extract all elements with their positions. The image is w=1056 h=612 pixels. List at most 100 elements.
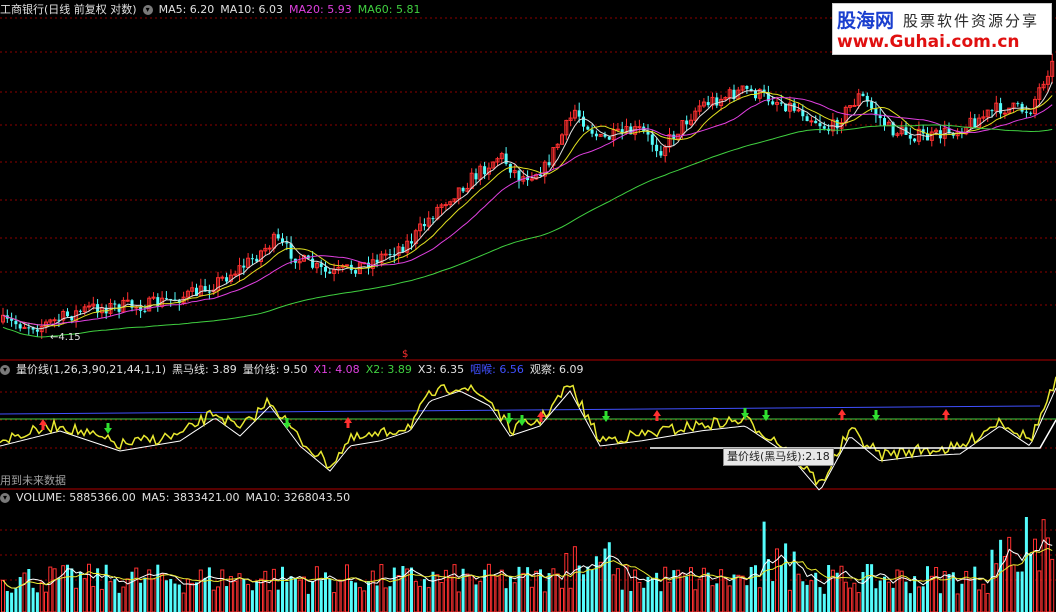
volume-bar bbox=[211, 589, 216, 612]
volume-bar bbox=[715, 583, 719, 612]
candle-body bbox=[207, 291, 211, 293]
volume-bar bbox=[271, 568, 276, 612]
volume-bar bbox=[151, 578, 156, 612]
volume-bar bbox=[370, 570, 375, 612]
candle-body bbox=[474, 173, 478, 180]
volume-bar bbox=[564, 552, 569, 612]
volume-bar bbox=[22, 572, 27, 612]
ma10-label: MA10: 6.03 bbox=[220, 3, 284, 16]
volume-bar bbox=[960, 583, 964, 612]
volume-label: VOLUME: 5885366.00 bbox=[16, 491, 136, 504]
volume-bar bbox=[448, 576, 453, 612]
volume-bar bbox=[590, 569, 594, 612]
ma20-label: MA20: 5.93 bbox=[289, 3, 352, 16]
volume-bar bbox=[177, 584, 181, 612]
candle-body bbox=[328, 271, 332, 274]
candle-body bbox=[354, 270, 358, 274]
candle-body bbox=[870, 101, 874, 109]
volume-bar bbox=[801, 581, 805, 612]
volume-bar bbox=[611, 574, 616, 612]
volume-bar bbox=[91, 585, 96, 612]
volume-bar bbox=[362, 590, 367, 612]
volume-bar bbox=[1037, 570, 1042, 612]
low-price-marker: ←4.15 bbox=[50, 332, 81, 343]
candle-body bbox=[78, 310, 82, 312]
volume-bar bbox=[607, 542, 611, 612]
volume-bar bbox=[5, 590, 9, 612]
volume-bar bbox=[529, 586, 534, 612]
candle-body bbox=[655, 144, 659, 152]
indicator-title[interactable]: 量价线(1,26,3,90,21,44,1,1) bbox=[16, 363, 166, 377]
volume-bar bbox=[542, 591, 547, 612]
ma5-line bbox=[2, 81, 1053, 330]
logo-slogan: 股票软件资源分享 bbox=[903, 12, 1040, 30]
volume-bar bbox=[74, 587, 79, 612]
volume-bar bbox=[754, 565, 757, 612]
volume-bar bbox=[512, 582, 517, 612]
volume-bar bbox=[478, 580, 483, 612]
volume-bar bbox=[474, 584, 478, 612]
volume-bar bbox=[796, 573, 801, 612]
candle-body bbox=[14, 320, 18, 325]
stock-chart[interactable] bbox=[0, 0, 1056, 612]
volume-bar bbox=[637, 581, 642, 612]
candle-body bbox=[715, 97, 719, 106]
liangjia-line bbox=[0, 376, 1056, 487]
stock-title[interactable]: 工商银行(日线 前复权 对数) bbox=[0, 3, 137, 17]
volume-bar bbox=[345, 564, 349, 612]
volume-bar bbox=[396, 575, 401, 612]
candle-body bbox=[410, 241, 413, 244]
candle-body bbox=[650, 134, 654, 145]
volume-bar bbox=[521, 572, 526, 612]
candle-body bbox=[672, 134, 676, 139]
candle-body bbox=[276, 234, 280, 239]
volume-bar bbox=[263, 570, 268, 612]
volume-bar bbox=[723, 578, 728, 612]
yanhou-label: 咽喉: 6.56 bbox=[470, 363, 524, 376]
volume-bar bbox=[195, 582, 198, 612]
volume-bar bbox=[198, 569, 203, 612]
candle-body bbox=[27, 327, 31, 329]
candle-body bbox=[1029, 112, 1033, 114]
volume-ma5-label: MA5: 3833421.00 bbox=[141, 491, 240, 504]
candle-body bbox=[547, 162, 551, 166]
volume-bar bbox=[852, 582, 857, 612]
volume-bar bbox=[598, 561, 603, 612]
volume-bar bbox=[766, 559, 770, 612]
volume-bar bbox=[328, 579, 332, 612]
candle-body bbox=[852, 104, 857, 107]
candle-body bbox=[345, 264, 349, 267]
candle-body bbox=[771, 101, 775, 105]
candle-body bbox=[577, 110, 581, 117]
volume-bar bbox=[1020, 571, 1024, 612]
volume-bar bbox=[921, 586, 925, 612]
buy-arrow-icon bbox=[942, 409, 950, 420]
candle-body bbox=[745, 85, 749, 89]
volume-bar bbox=[276, 589, 280, 612]
candle-body bbox=[311, 258, 315, 268]
volume-bar bbox=[203, 577, 207, 612]
candlestick-series bbox=[1, 53, 1055, 339]
heima-line bbox=[0, 387, 1056, 491]
volume-bar bbox=[332, 592, 337, 612]
volume-bar bbox=[697, 578, 702, 612]
volume-bar bbox=[620, 589, 624, 612]
volume-bar bbox=[667, 581, 672, 612]
volume-bar bbox=[319, 580, 323, 612]
candle-body bbox=[685, 120, 689, 125]
volume-bar bbox=[401, 566, 405, 612]
volume-settings-icon[interactable]: ▾ bbox=[0, 493, 10, 503]
volume-bar bbox=[822, 593, 826, 612]
guancha-line bbox=[650, 419, 1056, 449]
volume-bar bbox=[1007, 536, 1012, 612]
candle-body bbox=[113, 303, 117, 305]
volume-bar bbox=[306, 593, 310, 612]
volume-bar bbox=[693, 589, 698, 612]
volume-bar bbox=[689, 567, 693, 612]
volume-bar bbox=[895, 569, 900, 612]
settings-circle-icon[interactable]: ▾ bbox=[142, 5, 153, 15]
indicator-settings-icon[interactable]: ▾ bbox=[0, 365, 10, 375]
volume-bar bbox=[190, 582, 195, 612]
candle-body bbox=[706, 102, 710, 106]
candle-body bbox=[35, 329, 39, 332]
